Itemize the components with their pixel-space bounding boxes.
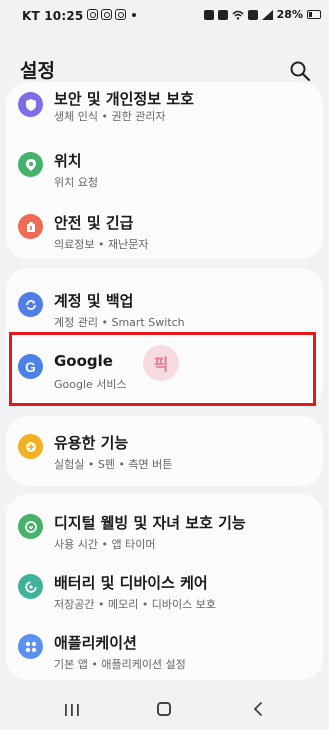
settings-item-sub: 위치 요청 bbox=[54, 176, 98, 189]
settings-item-location[interactable]: 위치 위치 요청 bbox=[6, 138, 323, 200]
settings-item-applications[interactable]: 애플리케이션 기본 앱 • 애플리케이션 설정 bbox=[6, 620, 323, 680]
settings-item-digital-wellbeing[interactable]: 디지털 웰빙 및 자녀 보호 기능 사용 시간 • 앱 타이머 bbox=[6, 500, 323, 562]
settings-card-advanced: 유용한 기능 실험실 • S펜 • 측면 버튼 bbox=[6, 416, 323, 486]
device-care-icon bbox=[18, 574, 43, 599]
settings-card-privacy: 보안 및 개인정보 보호 생체 인식 • 권한 관리자 위치 위치 요청 안전 … bbox=[6, 82, 323, 259]
page-title: 설정 bbox=[20, 60, 55, 82]
settings-item-battery-care[interactable]: 배터리 및 디바이스 케어 저장공간 • 메모리 • 디바이스 보호 bbox=[6, 560, 323, 622]
notification-icons bbox=[87, 9, 136, 20]
settings-item-advanced-features[interactable]: 유용한 기능 실험실 • S펜 • 측면 버튼 bbox=[6, 420, 323, 482]
more-notifications-icon bbox=[132, 12, 136, 17]
settings-item-label: 위치 bbox=[54, 152, 82, 170]
watermark-logo: 픽 bbox=[143, 345, 179, 381]
settings-item-label: 보안 및 개인정보 보호 bbox=[54, 90, 194, 108]
emergency-icon bbox=[18, 214, 43, 239]
settings-item-sub: 생체 인식 • 권한 관리자 bbox=[54, 110, 166, 123]
settings-item-sub: 실험실 • S펜 • 측면 버튼 bbox=[54, 458, 173, 471]
shield-icon bbox=[18, 92, 43, 117]
settings-card-device: 디지털 웰빙 및 자녀 보호 기능 사용 시간 • 앱 타이머 배터리 및 디바… bbox=[6, 494, 323, 680]
settings-item-accounts[interactable]: 계정 및 백업 계정 관리 • Smart Switch bbox=[6, 278, 323, 340]
settings-item-label: 안전 및 긴급 bbox=[54, 214, 134, 232]
settings-item-sub: 저장공간 • 메모리 • 디바이스 보호 bbox=[54, 598, 217, 611]
settings-item-label: 디지털 웰빙 및 자녀 보호 기능 bbox=[54, 514, 246, 532]
navigation-bar bbox=[0, 688, 329, 730]
settings-item-label: 배터리 및 디바이스 케어 bbox=[54, 574, 208, 592]
notification-app-icon bbox=[87, 9, 98, 20]
status-bar: KT 10:25 28% bbox=[0, 0, 329, 30]
home-icon[interactable] bbox=[157, 702, 171, 716]
lte-icon bbox=[247, 9, 258, 20]
apps-icon bbox=[18, 634, 43, 659]
battery-icon bbox=[307, 10, 321, 19]
settings-item-label: 계정 및 백업 bbox=[54, 292, 134, 310]
back-icon[interactable] bbox=[252, 701, 264, 717]
settings-item-security[interactable]: 보안 및 개인정보 보호 생체 인식 • 권한 관리자 bbox=[6, 82, 323, 144]
settings-item-safety[interactable]: 안전 및 긴급 의료정보 • 재난문자 bbox=[6, 200, 323, 259]
signal-icon bbox=[261, 9, 273, 20]
settings-item-sub: 의료정보 • 재난문자 bbox=[54, 238, 149, 251]
settings-item-sub: 계정 관리 • Smart Switch bbox=[54, 316, 185, 329]
settings-item-label: 유용한 기능 bbox=[54, 434, 129, 452]
instagram-icon bbox=[101, 9, 112, 20]
wellbeing-icon bbox=[18, 514, 43, 539]
settings-item-sub: 사용 시간 • 앱 타이머 bbox=[54, 538, 156, 551]
alarm-icon bbox=[203, 9, 214, 20]
settings-item-label: 애플리케이션 bbox=[54, 634, 137, 652]
battery-percent: 28% bbox=[276, 8, 303, 21]
instagram-icon bbox=[115, 9, 126, 20]
location-pin-icon bbox=[18, 152, 43, 177]
recent-apps-icon[interactable] bbox=[64, 703, 80, 717]
wifi-icon bbox=[232, 10, 244, 20]
system-icons: 28% bbox=[203, 8, 321, 21]
mute-icon bbox=[217, 9, 228, 20]
sync-icon bbox=[18, 292, 43, 317]
search-icon[interactable] bbox=[289, 60, 311, 82]
gear-plus-icon bbox=[18, 434, 43, 459]
status-time: KT 10:25 bbox=[22, 9, 84, 23]
settings-item-sub: 기본 앱 • 애플리케이션 설정 bbox=[54, 658, 186, 671]
